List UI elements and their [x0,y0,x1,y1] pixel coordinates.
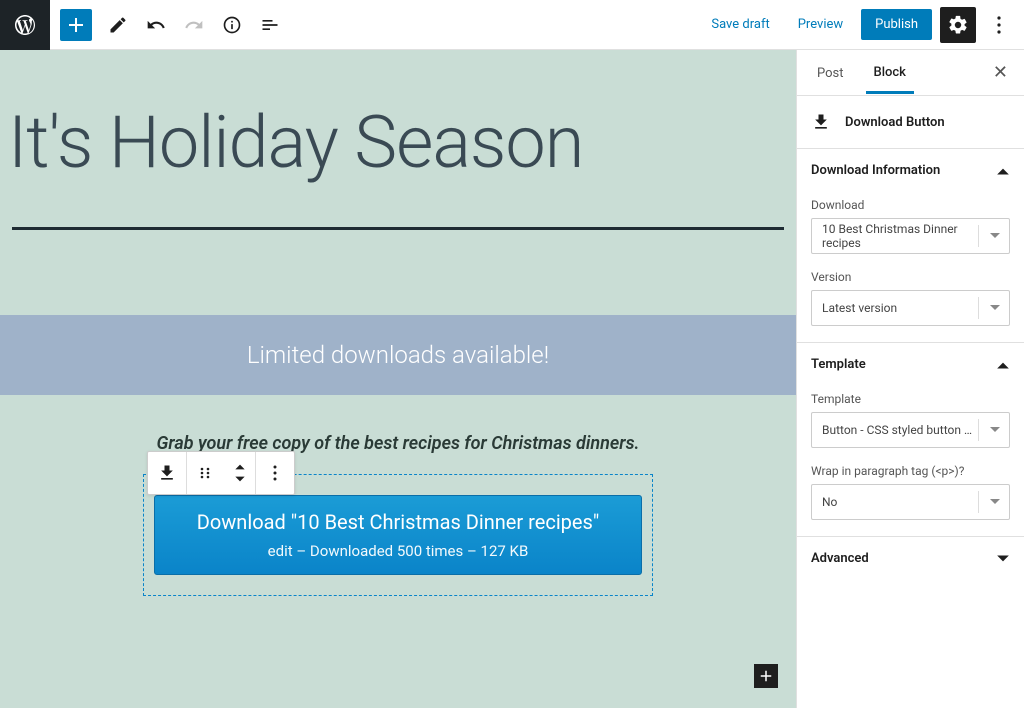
tab-post[interactable]: Post [809,53,852,92]
download-button-meta: edit – Downloaded 500 times – 127 KB [179,542,617,560]
panel-template: Template Template Button - CSS styled bu… [797,342,1024,536]
tab-block[interactable]: Block [866,52,914,94]
banner-block[interactable]: Limited downloads available! [0,315,796,395]
download-button[interactable]: Download "10 Best Christmas Dinner recip… [154,495,642,575]
download-select[interactable]: 10 Best Christmas Dinner recipes [811,218,1010,254]
chevron-up-icon [996,164,1010,178]
download-button-title: Download "10 Best Christmas Dinner recip… [179,510,617,534]
editor-canvas[interactable]: It's Holiday Season Limited downloads av… [0,50,796,708]
template-field-label: Template [811,392,1010,406]
edit-tool-button[interactable] [100,7,136,43]
template-select[interactable]: Button - CSS styled button showi... [811,412,1010,448]
panel-download-information: Download Information Download 10 Best Ch… [797,148,1024,342]
block-name-header: Download Button [797,96,1024,148]
wrap-field-label: Wrap in paragraph tag (<p>)? [811,464,1010,478]
chevron-down-icon [989,498,1001,506]
save-draft-button[interactable]: Save draft [701,11,779,38]
chevron-up-icon [996,358,1010,372]
settings-toggle-button[interactable] [940,7,976,43]
settings-sidebar: Post Block ✕ Download Button Download In… [796,50,1024,708]
select-value: No [822,495,837,509]
version-field-label: Version [811,270,1010,284]
panel-title: Advanced [811,551,869,566]
block-toolbar [147,451,295,495]
undo-button[interactable] [138,7,174,43]
chevron-up-icon[interactable] [233,461,247,473]
select-value: 10 Best Christmas Dinner recipes [822,222,999,250]
block-name-label: Download Button [845,115,945,130]
editor-top-bar: Save draft Preview Publish [0,0,1024,50]
info-button[interactable] [214,7,250,43]
wordpress-logo[interactable] [0,0,50,50]
subtitle-paragraph[interactable]: Grab your free copy of the best recipes … [0,433,796,454]
wrap-select[interactable]: No [811,484,1010,520]
select-value: Button - CSS styled button showi... [822,423,972,437]
page-title[interactable]: It's Holiday Season [0,50,796,207]
block-type-icon[interactable] [148,452,186,494]
panel-head-download-information[interactable]: Download Information [797,149,1024,192]
chevron-down-icon [989,232,1001,240]
sidebar-tabs: Post Block ✕ [797,50,1024,96]
publish-button[interactable]: Publish [861,9,932,40]
panel-head-template[interactable]: Template [797,343,1024,386]
add-block-fab[interactable] [754,664,778,688]
version-select[interactable]: Latest version [811,290,1010,326]
chevron-down-icon [989,426,1001,434]
divider [12,227,784,230]
toolbar-right: Save draft Preview Publish [701,7,1024,43]
more-menu-button[interactable] [984,7,1014,43]
chevron-down-icon [989,304,1001,312]
select-value: Latest version [822,301,897,315]
block-more-button[interactable] [256,452,294,494]
preview-button[interactable]: Preview [788,11,853,38]
download-field-label: Download [811,198,1010,212]
move-arrows[interactable] [225,461,255,485]
panel-title: Template [811,357,866,372]
chevron-down-icon [996,552,1010,566]
outline-button[interactable] [252,7,288,43]
add-block-button[interactable] [60,9,92,41]
redo-button[interactable] [176,7,212,43]
panel-advanced: Advanced [797,536,1024,580]
close-sidebar-button[interactable]: ✕ [989,58,1012,87]
chevron-down-icon[interactable] [233,473,247,485]
toolbar-left [60,7,288,43]
panel-title: Download Information [811,163,940,178]
panel-head-advanced[interactable]: Advanced [797,537,1024,580]
drag-handle-icon[interactable] [187,452,225,494]
download-block-wrapper: Download "10 Best Christmas Dinner recip… [143,474,653,596]
